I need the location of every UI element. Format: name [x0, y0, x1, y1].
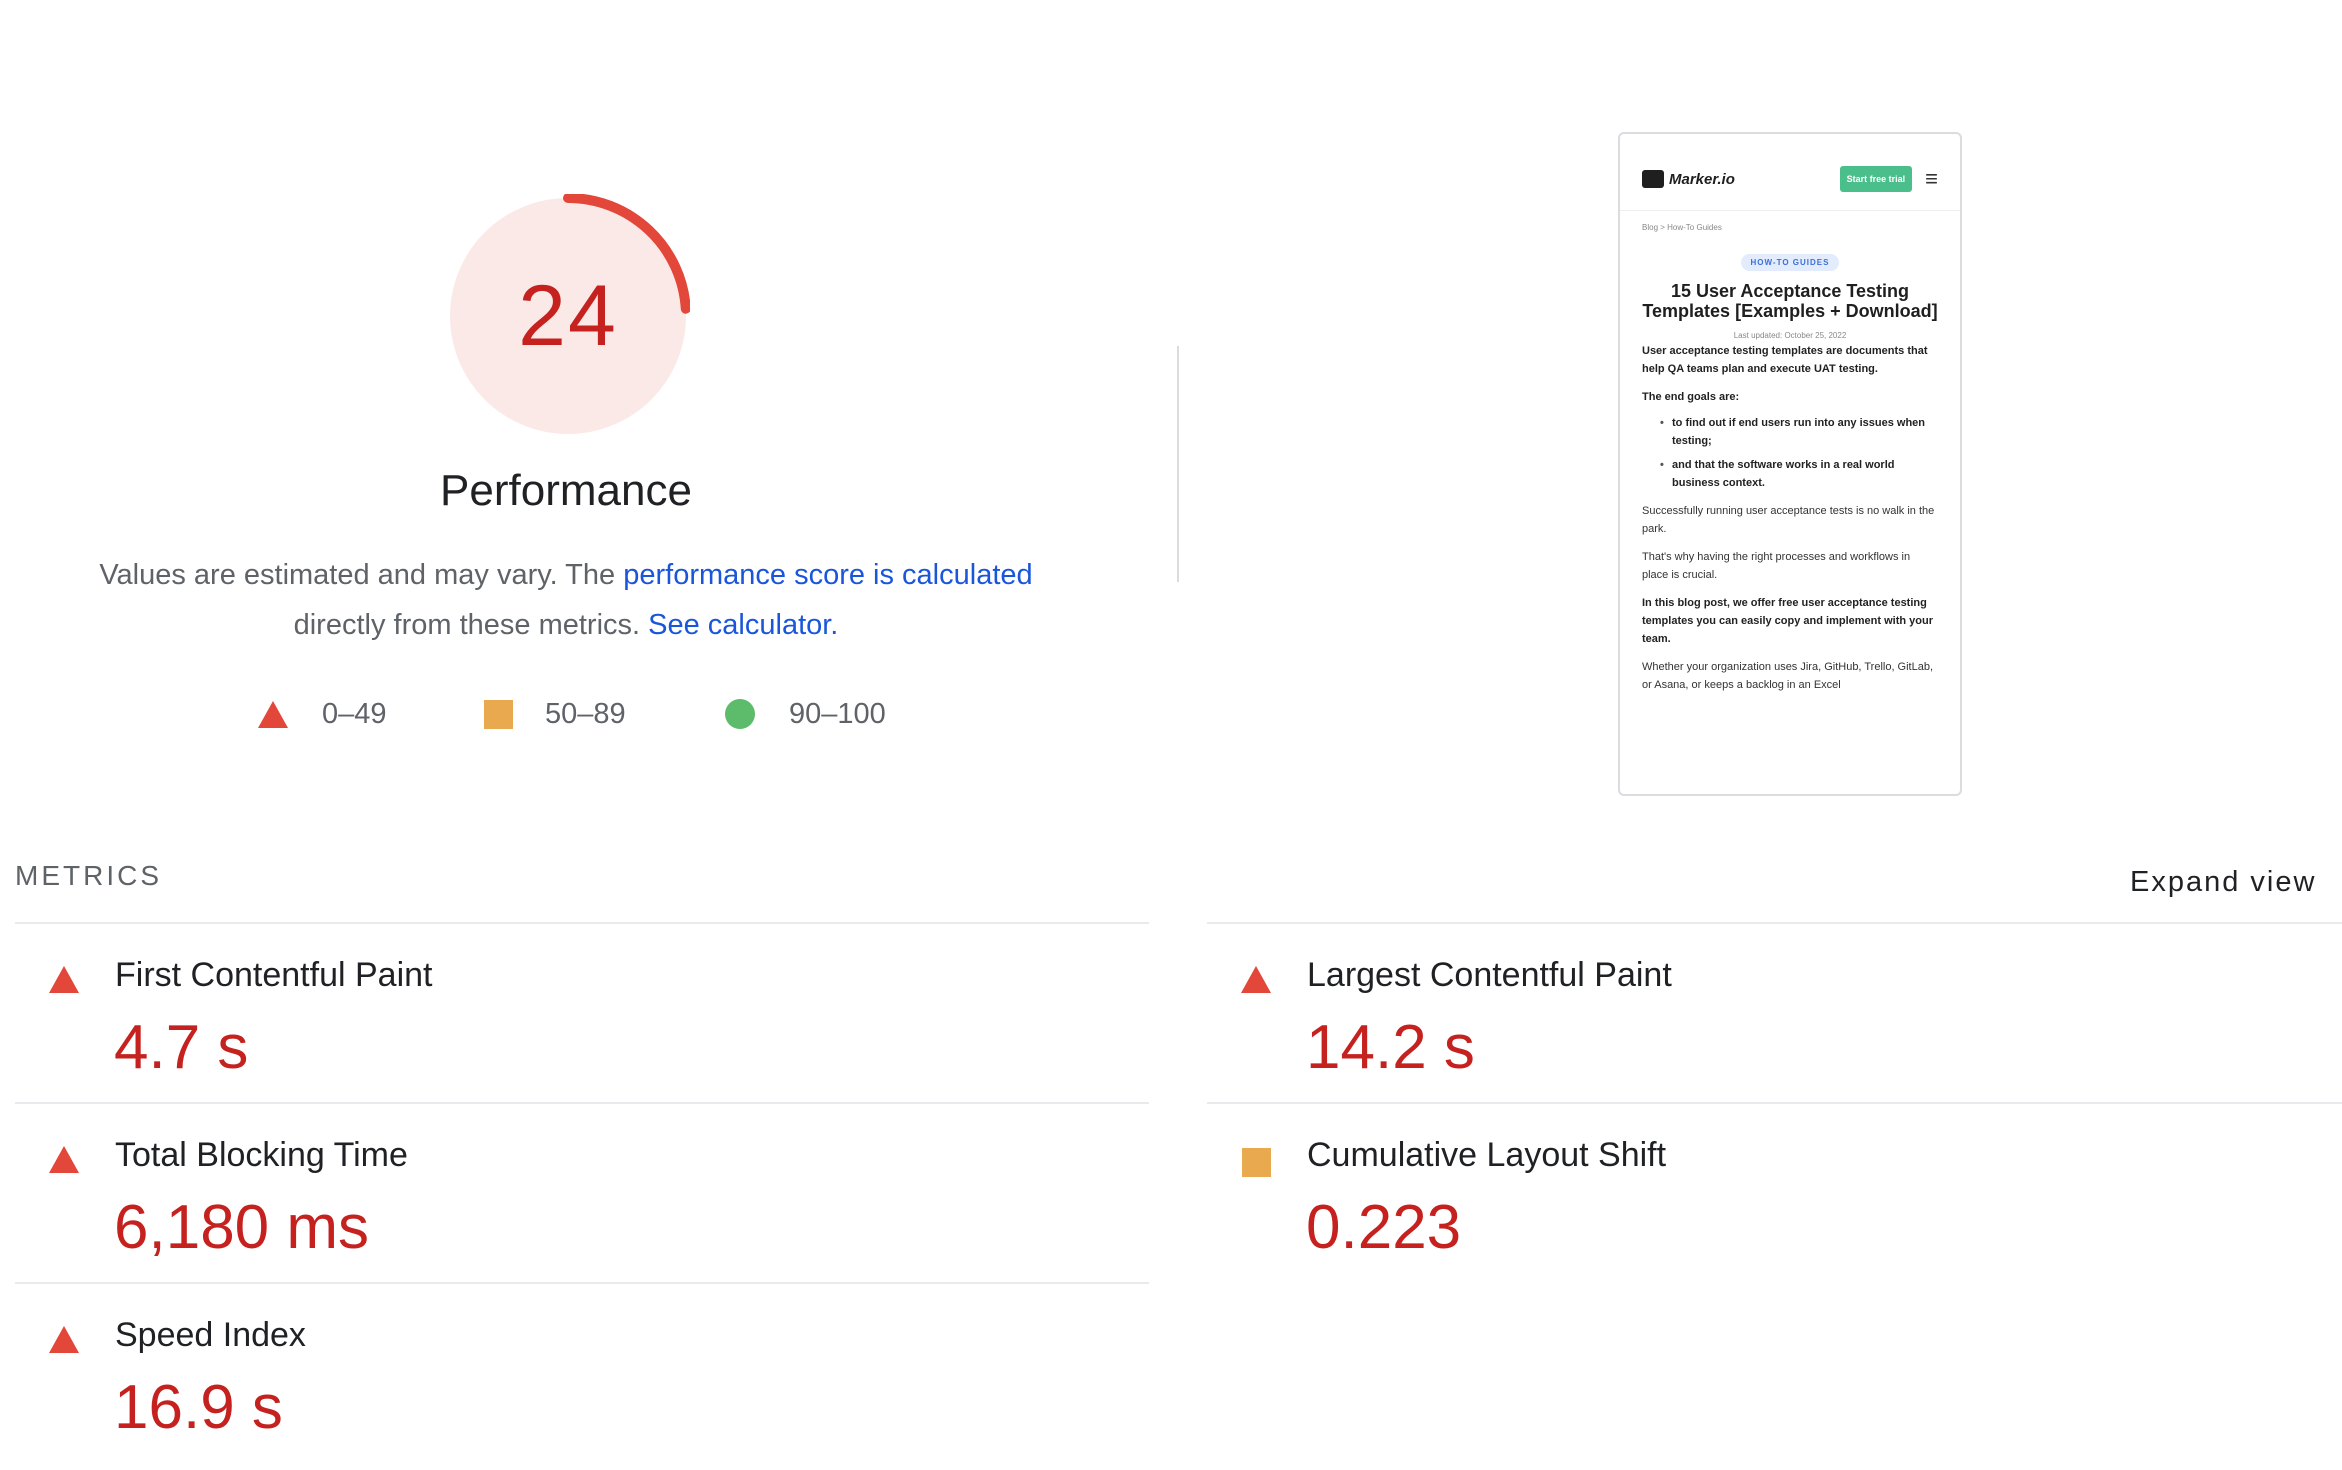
performance-score-gauge: 24	[446, 194, 690, 438]
metric-label: Largest Contentful Paint	[1307, 956, 1672, 994]
metric-label: First Contentful Paint	[115, 956, 433, 994]
screenshot-intro: User acceptance testing templates are do…	[1642, 345, 1928, 375]
screenshot-breadcrumb: Blog > How-To Guides	[1642, 223, 1722, 232]
score-calculated-link[interactable]: performance score is calculated	[623, 559, 1032, 591]
screenshot-logo-text: Marker.io	[1669, 170, 1735, 188]
screenshot-nav: Marker.io Start free trial ≡	[1642, 134, 1938, 200]
metric-label: Cumulative Layout Shift	[1307, 1136, 1667, 1174]
metric-total-blocking-time: Total Blocking Time 6,180 ms	[15, 1104, 1155, 1284]
performance-score-value: 24	[518, 267, 618, 364]
square-icon	[1242, 1148, 1271, 1177]
metric-value: 14.2 s	[1306, 1013, 1475, 1082]
screenshot-nav-right: Start free trial ≡	[1839, 166, 1938, 192]
metric-first-contentful-paint: First Contentful Paint 4.7 s	[15, 924, 1155, 1104]
triangle-icon	[49, 1146, 79, 1173]
metric-label: Total Blocking Time	[115, 1136, 408, 1174]
metric-value: 16.9 s	[114, 1373, 283, 1442]
triangle-icon	[49, 966, 79, 993]
see-calculator-link[interactable]: See calculator.	[648, 609, 838, 641]
metrics-heading: METRICS	[15, 860, 162, 891]
legend-range-pass: 90–100	[789, 697, 886, 730]
legend-item-fail: 0–49	[258, 690, 387, 738]
description-text-1: Values are estimated and may vary. The	[99, 559, 624, 591]
score-description: Values are estimated and may vary. The p…	[66, 550, 1066, 650]
screenshot-goal-1: to find out if end users run into any is…	[1660, 414, 1938, 450]
screenshot-badge-wrap: HOW-TO GUIDES	[1642, 252, 1938, 271]
vertical-divider	[1177, 346, 1179, 582]
metric-speed-index: Speed Index 16.9 s	[15, 1284, 1155, 1464]
screenshot-goal-2: and that the software works in a real wo…	[1660, 456, 1938, 492]
metric-value: 6,180 ms	[114, 1193, 370, 1262]
metric-label: Speed Index	[115, 1316, 306, 1354]
description-text-2: directly from these metrics.	[293, 609, 649, 641]
metric-cumulative-layout-shift: Cumulative Layout Shift 0.223	[1207, 1104, 2342, 1284]
square-icon	[484, 699, 513, 729]
legend-item-pass: 90–100	[725, 690, 886, 738]
screenshot-nav-divider	[1620, 210, 1960, 211]
screenshot-paragraph-4: Whether your organization uses Jira, Git…	[1642, 661, 1934, 691]
screenshot-article-title: 15 User Acceptance Testing Templates [Ex…	[1642, 281, 1938, 321]
legend-range-fail: 0–49	[322, 697, 387, 730]
metric-value: 4.7 s	[114, 1013, 249, 1082]
screenshot-paragraph-2: That's why having the right processes an…	[1642, 551, 1911, 581]
screenshot-paragraph-3: In this blog post, we offer free user ac…	[1642, 597, 1933, 645]
screenshot-category-badge: HOW-TO GUIDES	[1740, 254, 1840, 271]
screenshot-date: Last updated: October 25, 2022	[1733, 331, 1847, 340]
expand-view-toggle[interactable]: Expand view	[2130, 866, 2316, 899]
metric-value: 0.223	[1306, 1193, 1462, 1262]
legend-item-average: 50–89	[484, 690, 626, 738]
triangle-icon	[1241, 966, 1271, 993]
screenshot-goals-head: The end goals are:	[1642, 391, 1740, 403]
screenshot-goals-list: to find out if end users run into any is…	[1642, 414, 1938, 492]
page-screenshot-thumbnail[interactable]: Marker.io Start free trial ≡ Blog > How-…	[1618, 132, 1962, 796]
screenshot-paragraph-1: Successfully running user acceptance tes…	[1642, 505, 1935, 535]
triangle-icon	[258, 700, 288, 728]
metric-largest-contentful-paint: Largest Contentful Paint 14.2 s	[1207, 924, 2342, 1104]
legend-range-average: 50–89	[545, 697, 626, 730]
hamburger-menu-icon: ≡	[1925, 166, 1938, 191]
screenshot-logo: Marker.io	[1642, 170, 1735, 188]
triangle-icon	[49, 1326, 79, 1353]
marker-logo-icon	[1642, 170, 1664, 188]
screenshot-trial-button: Start free trial	[1839, 166, 1913, 192]
circle-icon	[725, 699, 755, 729]
performance-title: Performance	[440, 466, 692, 515]
